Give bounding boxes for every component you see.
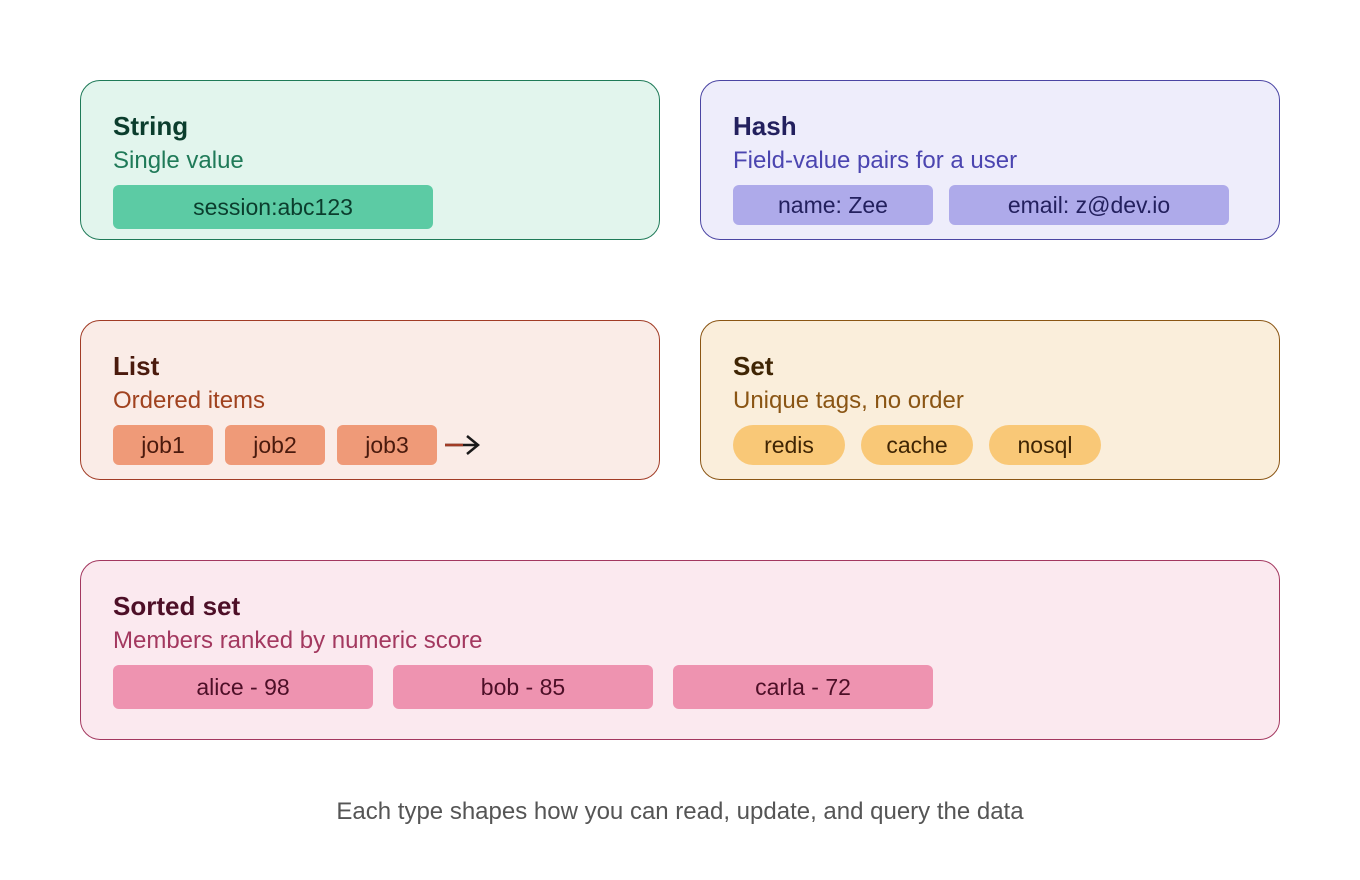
set-tag-chip: nosql xyxy=(989,425,1101,465)
sorted-set-member-chip: bob - 85 xyxy=(393,665,653,709)
string-value-chip: session:abc123 xyxy=(113,185,433,229)
set-tag-chip: redis xyxy=(733,425,845,465)
hash-field-chip: email: z@dev.io xyxy=(949,185,1229,225)
hash-card: Hash Field-value pairs for a user name: … xyxy=(700,80,1280,240)
list-item-chip: job1 xyxy=(113,425,213,465)
set-subtitle: Unique tags, no order xyxy=(733,387,964,414)
string-subtitle: Single value xyxy=(113,147,244,174)
hash-field-chip: name: Zee xyxy=(733,185,933,225)
list-item-chip: job2 xyxy=(225,425,325,465)
set-tag-chip: cache xyxy=(861,425,973,465)
sorted-set-member-chip: alice - 98 xyxy=(113,665,373,709)
diagram-canvas: String Single value session:abc123 Hash … xyxy=(0,0,1360,880)
list-item-chip: job3 xyxy=(337,425,437,465)
hash-title: Hash xyxy=(733,111,797,141)
hash-subtitle: Field-value pairs for a user xyxy=(733,147,1018,174)
footer-caption: Each type shapes how you can read, updat… xyxy=(336,798,1024,825)
set-card: Set Unique tags, no order redis cache no… xyxy=(700,320,1280,480)
set-title: Set xyxy=(733,351,774,381)
string-card: String Single value session:abc123 xyxy=(80,80,660,240)
arrow-right-icon xyxy=(445,435,480,455)
string-title: String xyxy=(113,111,189,141)
list-card: List Ordered items job1 job2 job3 xyxy=(80,320,660,480)
sorted-set-subtitle: Members ranked by numeric score xyxy=(113,627,483,654)
sorted-set-title: Sorted set xyxy=(113,591,241,621)
sorted-set-card: Sorted set Members ranked by numeric sco… xyxy=(80,560,1280,740)
list-title: List xyxy=(113,351,160,381)
list-subtitle: Ordered items xyxy=(113,387,266,414)
sorted-set-member-chip: carla - 72 xyxy=(673,665,933,709)
